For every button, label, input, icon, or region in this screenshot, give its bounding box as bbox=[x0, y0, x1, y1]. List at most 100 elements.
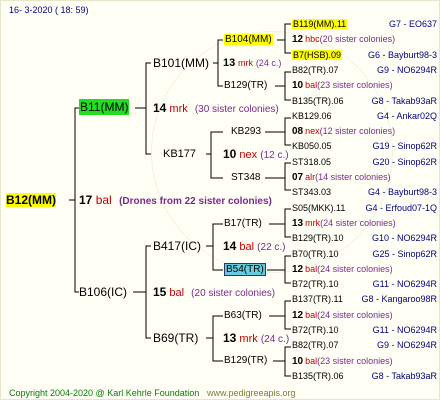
gen4-note: (23 sister colonies) bbox=[317, 80, 393, 90]
gen4-origin: G6 - Bayburt98-3 bbox=[367, 50, 437, 60]
gen4-info-row: 10 bal(23 sister colonies) bbox=[292, 355, 393, 368]
gen4-note: (24 sister colonies) bbox=[317, 264, 393, 274]
gen1-num: 15 bbox=[153, 285, 167, 299]
gen3-node-b129: B129(TR) bbox=[224, 80, 268, 91]
gen4-race: bal bbox=[305, 356, 318, 366]
gen4-num: 13 bbox=[292, 218, 304, 229]
gen2-node-b101: B101(MM) bbox=[153, 56, 210, 70]
gen2-info-b417: 14 bal (22 c.) bbox=[223, 240, 286, 254]
gen3-node-b104: B104(MM) bbox=[224, 34, 273, 46]
gen4-id: KB129.06 bbox=[292, 111, 332, 121]
gen4-race: mrk bbox=[305, 218, 321, 228]
gen4-race: bal bbox=[305, 80, 318, 90]
gen3-id: B104(MM) bbox=[224, 34, 273, 45]
gen4-num: 10 bbox=[292, 80, 304, 91]
gen2-race: bal bbox=[239, 241, 255, 253]
gen2-race: nex bbox=[239, 149, 258, 161]
gen4-num: 12 bbox=[292, 34, 304, 45]
gen4-node-row: S05(MKK).11 bbox=[292, 202, 345, 214]
gen4-id: B82(TR).07 bbox=[292, 340, 339, 350]
gen4-note: (24 sister colonies) bbox=[320, 218, 396, 228]
gen4-node-row: B119(MM).11 bbox=[292, 18, 348, 30]
root-note: (Drones from 22 sister colonies) bbox=[119, 196, 272, 207]
gen3-node-kb293: KB293 bbox=[231, 126, 262, 137]
gen4-origin: G4 - Ankar02Q bbox=[376, 111, 437, 121]
gen3-node-b54: B54(TR) bbox=[224, 263, 266, 276]
gen4-id: B137(TR).11 bbox=[292, 294, 343, 304]
gen4-origin: G8 - Kangaroo98R bbox=[361, 294, 437, 304]
gen3-node-st348: ST348 bbox=[231, 172, 261, 183]
gen2-num: 14 bbox=[223, 239, 237, 253]
gen4-info-row: 07 alr(14 sister colonies) bbox=[292, 171, 391, 184]
gen2-note: (12 c.) bbox=[260, 150, 289, 161]
gen4-num: 07 bbox=[292, 172, 304, 183]
gen4-node-row: B129(TR).10 bbox=[292, 232, 344, 244]
gen4-info-row: 12 bal(24 sister colonies) bbox=[292, 309, 393, 322]
gen3-node-b17: B17(TR) bbox=[224, 218, 262, 229]
gen4-id: B119(MM).11 bbox=[292, 19, 348, 29]
gen4-node-row: KB129.06 bbox=[292, 110, 332, 122]
gen4-info-row: 10 bal(23 sister colonies) bbox=[292, 79, 393, 92]
gen2-node-kb177: KB177 bbox=[163, 148, 197, 160]
gen4-info-row: 13 mrk(24 sister colonies) bbox=[292, 217, 396, 230]
gen4-origin: G8 - Takab93aR bbox=[371, 371, 437, 381]
gen4-id: B82(TR).07 bbox=[292, 65, 339, 75]
gen4-node-row: B7(HSB).09 bbox=[292, 49, 343, 61]
gen4-id: ST343.03 bbox=[292, 187, 332, 197]
gen4-note: (12 sister colonies) bbox=[319, 126, 396, 136]
gen4-node-row: ST343.03 bbox=[292, 186, 331, 198]
gen4-note: (14 sister colonies) bbox=[315, 172, 391, 182]
gen4-origin: G9 - NO6294R bbox=[376, 65, 437, 75]
gen4-race: bal bbox=[305, 264, 318, 274]
gen4-id: B129(TR).10 bbox=[292, 233, 344, 243]
gen2-node-b69: B69(TR) bbox=[153, 331, 199, 345]
gen4-id: B135(TR).06 bbox=[292, 96, 344, 106]
gen4-node-row: B82(TR).07 bbox=[292, 64, 339, 76]
gen1-race: bal bbox=[169, 287, 185, 299]
gen4-note: (20 sister colonies) bbox=[319, 34, 396, 44]
gen4-id: B72(TR).10 bbox=[292, 325, 339, 335]
gen4-origin: G7 - EO637 bbox=[388, 19, 437, 29]
footer-url[interactable]: www.pedigreeapis.org bbox=[207, 387, 296, 399]
gen4-id: B7(HSB).09 bbox=[292, 50, 343, 60]
gen4-origin: G25 - Sinop62R bbox=[372, 249, 437, 259]
gen4-origin: G9 - NO6294R bbox=[376, 340, 437, 350]
gen4-node-row: ST318.05 bbox=[292, 156, 331, 168]
root-num: 17 bbox=[79, 193, 93, 207]
pedigree-frame: 16- 3-2020 ( 18: 59) B12(MM) 17 bal (Dro… bbox=[0, 0, 440, 400]
gen2-node-b417: B417(IC) bbox=[153, 239, 202, 253]
footer-copyright: Copyright 2004-2020 @ Karl Kehrle Founda… bbox=[9, 388, 200, 398]
gen4-id: S05(MKK).11 bbox=[292, 203, 346, 213]
gen4-origin: G4 - Erfoud07-1Q bbox=[365, 203, 437, 213]
gen4-info-row: 08 nex(12 sister colonies) bbox=[292, 125, 395, 138]
gen1-id: B11(MM) bbox=[79, 99, 130, 115]
gen3-num: 13 bbox=[223, 57, 236, 69]
gen1-note: (30 sister colonies) bbox=[194, 104, 279, 115]
gen3-note: (24 c.) bbox=[255, 58, 282, 68]
gen4-num: 08 bbox=[292, 126, 304, 137]
gen4-origin: G11 - NO6294R bbox=[372, 325, 437, 335]
gen4-origin: G10 - NO6294R bbox=[371, 233, 437, 243]
gen4-node-row: KB050.05 bbox=[292, 140, 332, 152]
gen4-num: 10 bbox=[292, 356, 304, 367]
gen4-num: 12 bbox=[292, 264, 304, 275]
gen2-note: (22 c.) bbox=[257, 242, 286, 253]
gen2-note: (24 c.) bbox=[260, 334, 290, 345]
gen4-num: 12 bbox=[292, 310, 304, 321]
gen4-node-row: B82(TR).07 bbox=[292, 339, 339, 351]
gen3-id: B54(TR) bbox=[224, 263, 266, 276]
gen1-note: (20 sister colonies) bbox=[191, 288, 276, 299]
gen4-node-row: B137(TR).11 bbox=[292, 293, 343, 305]
gen4-race: nex bbox=[305, 126, 320, 136]
gen4-node-row: B135(TR).06 bbox=[292, 95, 344, 107]
gen4-race: hbc bbox=[305, 34, 320, 44]
gen1-info-b106: 15 bal (20 sister colonies) bbox=[153, 286, 275, 300]
gen4-id: KB050.05 bbox=[292, 141, 332, 151]
gen4-node-row: B72(TR).10 bbox=[292, 278, 339, 290]
gen2-num: 13 bbox=[223, 331, 237, 345]
root-info: 17 bal (Drones from 22 sister colonies) bbox=[79, 194, 272, 208]
gen4-race: alr bbox=[305, 172, 316, 182]
gen4-info-row: 12 bal(24 sister colonies) bbox=[292, 263, 393, 276]
root-race: bal bbox=[95, 193, 112, 207]
gen2-info-b69: 13 mrk (24 c.) bbox=[223, 332, 289, 346]
